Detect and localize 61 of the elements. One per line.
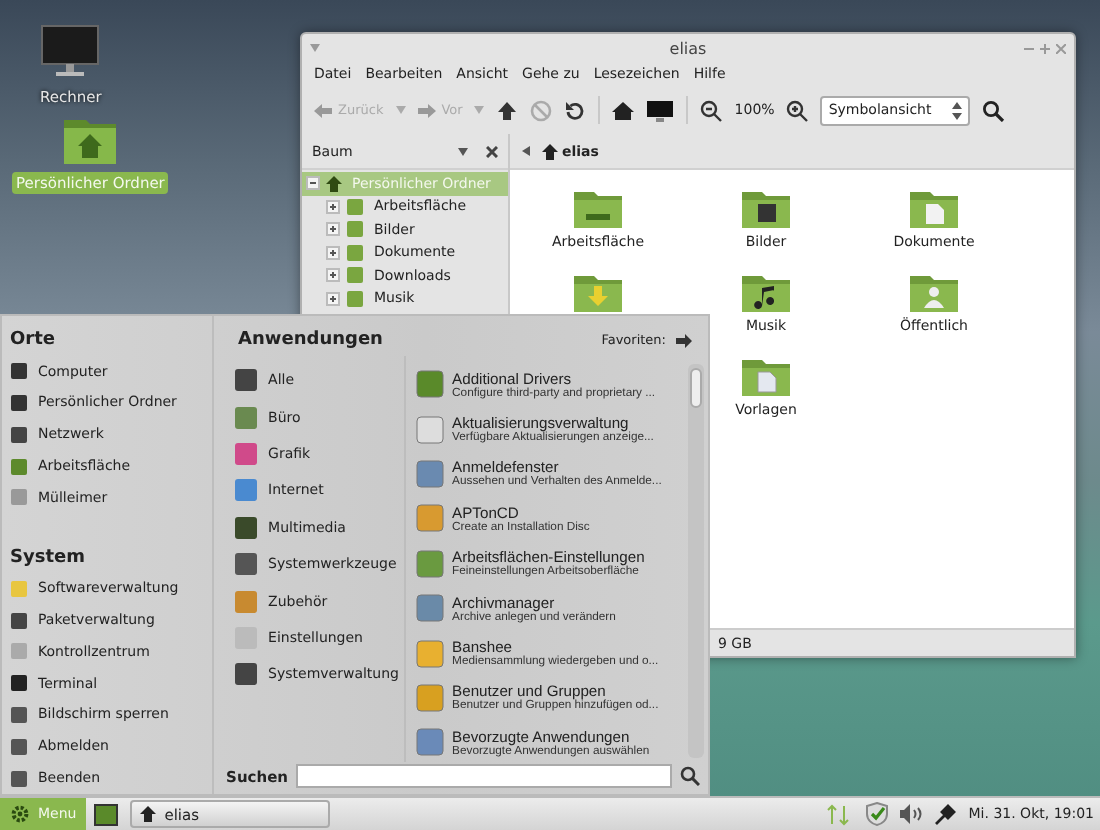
zoom-in-icon[interactable] [786,99,809,121]
collapse-toggle[interactable] [306,176,320,191]
gear-icon [10,804,30,824]
category-icon [234,552,259,577]
app-icon [416,459,445,488]
monitor-icon[interactable] [646,99,675,121]
home-icon [140,806,157,822]
app-icon [416,370,445,399]
home-folder-icon [62,114,119,166]
downloads-folder-icon [572,270,624,314]
expand-toggle[interactable] [326,268,340,283]
expand-toggle[interactable] [326,245,340,260]
section-heading: Anwendungen [238,328,383,354]
spinner-arrows-icon [952,101,963,119]
section-heading: Orte [10,327,57,354]
expand-toggle[interactable] [326,199,340,214]
app-icon [416,415,445,444]
section-heading: System [10,545,87,572]
zoom-out-icon[interactable] [700,99,723,121]
category-icon [234,478,259,503]
close-icon[interactable] [486,145,498,157]
reload-icon[interactable] [564,99,587,121]
public-folder-icon [908,270,960,314]
show-desktop-icon[interactable] [94,803,119,825]
category-icon [234,662,259,687]
left-arrow-icon [314,101,332,119]
scrollbar[interactable] [688,364,704,758]
category-icon [234,405,259,430]
pictures-folder-icon [740,186,792,230]
home-icon[interactable] [612,99,635,121]
category-icon [234,515,259,540]
expand-toggle[interactable] [326,222,340,237]
up-arrow-icon[interactable] [496,99,519,121]
right-arrow-icon [676,333,692,347]
search-icon[interactable] [680,766,700,786]
speaker-icon[interactable] [900,804,923,824]
app-icon [416,728,445,757]
monitor-icon [40,24,101,80]
search-field[interactable] [296,764,672,788]
app-icon [416,549,445,578]
shield-check-icon[interactable] [866,802,889,826]
home-icon [326,175,342,192]
app-icon [416,639,445,668]
left-caret-icon[interactable] [522,146,530,156]
category-icon [234,589,259,614]
caret-icon[interactable] [458,147,468,155]
documents-folder-icon [908,186,960,230]
window-title: elias [667,39,709,57]
templates-folder-icon [740,354,792,398]
app-icon [416,683,445,712]
app-icon [416,594,445,623]
app-icon [416,504,445,533]
search-icon[interactable] [982,99,1007,121]
category-icon [234,441,259,466]
category-icon [234,368,259,393]
desktop-folder-icon [572,186,624,230]
right-arrow-icon [417,101,436,119]
scrollbar-thumb[interactable] [690,368,702,408]
home-icon [542,143,558,159]
expand-toggle[interactable] [326,291,340,306]
music-folder-icon [740,270,792,314]
